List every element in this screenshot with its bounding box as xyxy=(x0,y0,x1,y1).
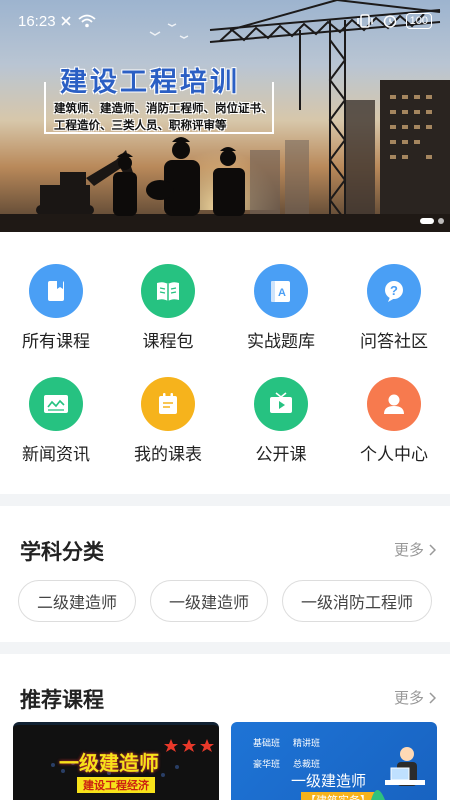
grid-label: 公开课 xyxy=(255,445,307,465)
course2-tag: 精讲班 xyxy=(293,739,321,749)
grid-label: 课程包 xyxy=(142,332,194,352)
chip-second-class-constructor[interactable]: 二级建造师 xyxy=(18,580,137,622)
course-card[interactable]: 基础班 精讲班 豪华班 总裁班 一级建造师 【建筑实务】 xyxy=(231,722,437,800)
teacher-illustration-image xyxy=(371,747,425,800)
course2-tag: 基础班 xyxy=(253,739,281,749)
play-tv-icon xyxy=(254,377,308,431)
category-more-link[interactable]: 更多 xyxy=(394,539,436,560)
battery-icon: 100 xyxy=(405,13,432,29)
course1-title: 一级建造师 xyxy=(59,751,159,775)
carousel-dot[interactable] xyxy=(438,218,444,224)
chip-fire-engineer[interactable]: 一级消防工程师 xyxy=(282,580,433,622)
section-title: 学科分类 xyxy=(20,540,104,564)
user-icon xyxy=(367,377,421,431)
recommended-section: 推荐课程 更多 一级建造师 建设工程经济 基础班 精讲班 豪华班 总裁班 一级建… xyxy=(0,654,450,800)
grid-item-news[interactable]: 新闻资讯 xyxy=(0,377,112,465)
carousel-indicator[interactable] xyxy=(420,218,444,224)
chevron-right-icon xyxy=(429,691,436,704)
grid-item-qa-community[interactable]: ? 问答社区 xyxy=(338,264,450,352)
banner-subtitle-line2: 工程造价、三类人员、职称评审等 xyxy=(54,118,227,132)
course1-subtitle: 建设工程经济 xyxy=(77,777,155,793)
more-label: 更多 xyxy=(393,541,424,559)
open-book-icon xyxy=(141,264,195,318)
no-sim-icon xyxy=(61,16,71,26)
svg-text:A: A xyxy=(278,287,286,299)
grid-item-open-class[interactable]: 公开课 xyxy=(225,377,337,465)
question-bubble-icon: ? xyxy=(367,264,421,318)
book-icon xyxy=(29,264,83,318)
svg-text:?: ? xyxy=(390,283,398,298)
app-screen: 建设工程培训 建筑师、建造师、消防工程师、岗位证书、 工程造价、三类人员、职称评… xyxy=(0,0,450,800)
grid-item-question-bank[interactable]: A 实战题库 xyxy=(225,264,337,352)
grid-item-all-courses[interactable]: 所有课程 xyxy=(0,264,112,352)
section-title: 推荐课程 xyxy=(20,688,104,712)
status-right-icons: 100 xyxy=(356,13,432,29)
course2-tags: 基础班 精讲班 豪华班 总裁班 xyxy=(253,736,333,770)
alarm-icon xyxy=(383,15,396,28)
grid-label: 我的课表 xyxy=(134,445,202,465)
course2-subtitle: 【建筑实务】 xyxy=(301,792,375,800)
status-left-icons xyxy=(60,14,96,28)
course2-title: 一级建造师 xyxy=(291,772,367,790)
status-bar: 16:23 100 xyxy=(0,0,450,44)
grid-label: 所有课程 xyxy=(22,332,90,352)
grid-item-my-schedule[interactable]: 我的课表 xyxy=(112,377,224,465)
banner-subtitle-line1: 建筑师、建造师、消防工程师、岗位证书、 xyxy=(54,101,273,115)
question-bank-icon: A xyxy=(254,264,308,318)
course2-tag: 总裁班 xyxy=(293,760,321,770)
grid-item-profile[interactable]: 个人中心 xyxy=(338,377,450,465)
more-label: 更多 xyxy=(393,689,424,707)
chevron-right-icon xyxy=(429,543,436,556)
category-chips: 二级建造师 一级建造师 一级消防工程师 xyxy=(18,580,433,622)
grid-label: 问答社区 xyxy=(360,332,428,352)
chip-first-class-constructor[interactable]: 一级建造师 xyxy=(150,580,269,622)
grid-label: 新闻资讯 xyxy=(22,445,90,465)
grid-label: 个人中心 xyxy=(360,445,428,465)
vibrate-icon xyxy=(356,14,373,28)
status-time: 16:23 xyxy=(18,13,56,30)
grid-item-course-package[interactable]: 课程包 xyxy=(112,264,224,352)
course-card[interactable]: 一级建造师 建设工程经济 xyxy=(13,722,219,800)
carousel-dot-active[interactable] xyxy=(420,218,434,224)
news-icon xyxy=(29,377,83,431)
category-section: 学科分类 更多 二级建造师 一级建造师 一级消防工程师 xyxy=(0,506,450,642)
wifi-icon xyxy=(78,14,96,28)
recommended-more-link[interactable]: 更多 xyxy=(394,687,436,708)
course2-tag: 豪华班 xyxy=(253,760,281,770)
feature-grid: 所有课程 课程包 A 实战题库 ? 问答社区 新闻资讯 我的课表 公开课 个人中… xyxy=(0,232,450,494)
schedule-icon xyxy=(141,377,195,431)
grid-label: 实战题库 xyxy=(247,332,315,352)
